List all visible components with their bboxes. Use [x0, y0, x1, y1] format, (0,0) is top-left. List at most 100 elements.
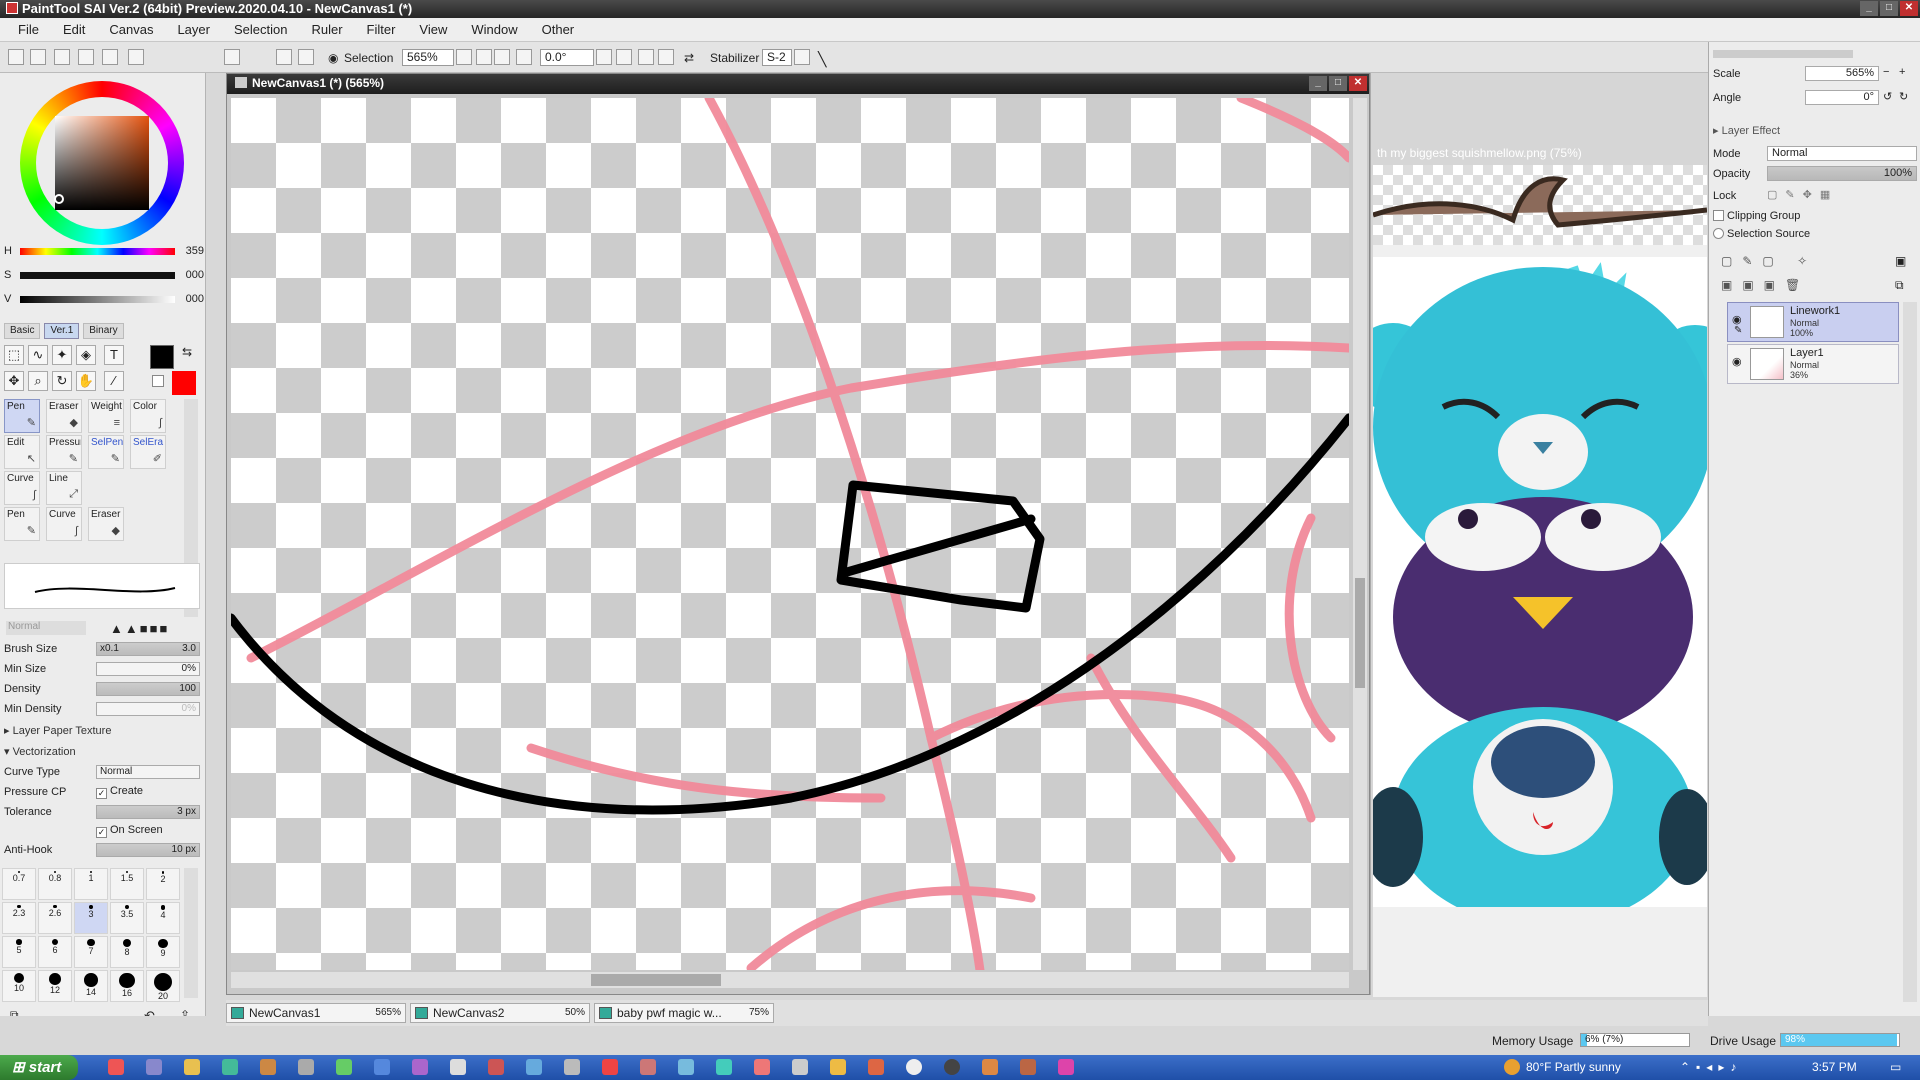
layer-toolbar-row1[interactable]: ▢✎▢ ✧	[1721, 254, 1817, 268]
brush-size-cell[interactable]: 9	[146, 936, 180, 968]
notification-icon[interactable]: ▭	[1890, 1060, 1901, 1074]
line-tool-icon[interactable]: ╲	[818, 51, 826, 68]
brush-size-cell[interactable]: 14	[74, 970, 108, 1002]
rotation-dropdown-icon[interactable]	[596, 49, 612, 65]
lock-icons[interactable]: ▢✎✥▦	[1767, 188, 1838, 201]
clock[interactable]: 3:57 PM	[1812, 1060, 1857, 1074]
on-screen-checkbox[interactable]: ✓	[96, 827, 107, 838]
brush-shape-icons[interactable]: ▲▲■■■	[110, 621, 169, 636]
app-icon-23[interactable]	[944, 1059, 960, 1075]
app-icon-13[interactable]	[564, 1059, 580, 1075]
canvas-minimize-button[interactable]: _	[1309, 76, 1327, 91]
layer-effect-header[interactable]: ▸ Layer Effect	[1713, 124, 1780, 137]
layer-merge-icon[interactable]: ⧉	[1895, 278, 1904, 293]
menu-other[interactable]: Other	[530, 22, 587, 37]
app-icon-14[interactable]	[602, 1059, 618, 1075]
selection-label[interactable]: Selection	[344, 51, 393, 65]
brush-curve[interactable]: Curve ∫	[4, 471, 40, 505]
rotate-ccw-icon[interactable]	[616, 49, 632, 65]
app-icon-5[interactable]	[260, 1059, 276, 1075]
tab-ver1[interactable]: Ver.1	[44, 323, 80, 339]
rotate-reset-icon[interactable]	[658, 49, 674, 65]
app-icon-6[interactable]	[298, 1059, 314, 1075]
anti-hook-slider[interactable]: 10 px	[96, 843, 200, 857]
brush-size-cell[interactable]: 12	[38, 970, 72, 1002]
selection-source-checkbox[interactable]	[1713, 228, 1724, 239]
brush-size-cell[interactable]: 8	[110, 936, 144, 968]
brush-size-cell[interactable]: 16	[110, 970, 144, 1002]
brush-color[interactable]: Color ∫	[130, 399, 166, 433]
zoom-tool-icon[interactable]: ⌕	[28, 371, 48, 391]
value-value[interactable]: 000	[176, 293, 204, 305]
brush-size-cell[interactable]: 3.5	[110, 902, 144, 934]
scale-plus-icon[interactable]: +	[1899, 66, 1905, 78]
app-icon-20[interactable]	[830, 1059, 846, 1075]
layer-linework1[interactable]: ◉ ✎ Linework1 Normal 100%	[1727, 302, 1899, 342]
color-picker-cursor[interactable]	[54, 194, 64, 204]
tolerance-slider[interactable]: 3 px	[96, 805, 200, 819]
flip-icon[interactable]: ⇄	[684, 51, 694, 65]
layer-visibility-eye-icon[interactable]: ◉	[1732, 355, 1742, 368]
canvas-maximize-button[interactable]: □	[1329, 76, 1347, 91]
brush-size-cell[interactable]: 2.3	[2, 902, 36, 934]
brush-pen[interactable]: Pen ✎	[4, 399, 40, 433]
brush-size-slider[interactable]: x0.1 3.0	[96, 642, 200, 656]
brush-size-cell[interactable]: 1.5	[110, 868, 144, 900]
saturation-value-square[interactable]	[55, 116, 149, 210]
brush-size-cell[interactable]: 0.8	[38, 868, 72, 900]
create-checkbox[interactable]: ✓	[96, 788, 107, 799]
canvas-vertical-scrollbar[interactable]	[1353, 98, 1367, 970]
rotate-tool-icon[interactable]: ↻	[52, 371, 72, 391]
hand-icon[interactable]: ✋	[76, 371, 96, 391]
min-density-slider[interactable]: 0%	[96, 702, 200, 716]
menu-filter[interactable]: Filter	[355, 22, 408, 37]
zoom-out-icon[interactable]	[476, 49, 492, 65]
menu-view[interactable]: View	[407, 22, 459, 37]
zoom-dropdown-icon[interactable]	[456, 49, 472, 65]
transparent-color-icon[interactable]	[152, 375, 164, 387]
brush-selera[interactable]: SelEra ✐	[130, 435, 166, 469]
canvas-horizontal-thumb[interactable]	[591, 974, 721, 986]
shape-icon[interactable]: ◈	[76, 345, 96, 365]
menu-edit[interactable]: Edit	[51, 22, 97, 37]
layer-paper-texture-header[interactable]: Layer Paper Texture	[4, 724, 112, 737]
brush-size-scrollbar[interactable]	[184, 868, 198, 998]
stabilizer-dropdown-icon[interactable]	[794, 49, 810, 65]
app-icon-11[interactable]	[488, 1059, 504, 1075]
brush-vector-eraser[interactable]: Eraser ◆	[88, 507, 124, 541]
app-icon-8[interactable]	[374, 1059, 390, 1075]
brush-vector-pen[interactable]: Pen ✎	[4, 507, 40, 541]
brush-size-cell[interactable]: 10	[2, 970, 36, 1002]
app-icon-26[interactable]	[1058, 1059, 1074, 1075]
value-slider[interactable]	[20, 296, 175, 303]
primary-color-swatch[interactable]	[150, 345, 174, 369]
rotation-field[interactable]: 0.0°	[540, 49, 594, 66]
tab-newcanvas2[interactable]: NewCanvas2 50%	[410, 1003, 590, 1023]
brush-selpen[interactable]: SelPen ✎	[88, 435, 124, 469]
app-icon-24[interactable]	[982, 1059, 998, 1075]
brush-size-cell[interactable]: 6	[38, 936, 72, 968]
weather-text[interactable]: 80°F Partly sunny	[1526, 1060, 1621, 1074]
browser-icon[interactable]	[108, 1059, 124, 1075]
minimize-button[interactable]: _	[1860, 1, 1878, 16]
navigator-slider[interactable]	[1713, 50, 1853, 58]
layer-settings-icon[interactable]: ▣	[1895, 254, 1906, 268]
brush-weight[interactable]: Weight ≡	[88, 399, 124, 433]
rotate-cw-icon[interactable]	[638, 49, 654, 65]
start-button[interactable]: ⊞ start	[0, 1055, 78, 1080]
app-icon-19[interactable]	[792, 1059, 808, 1075]
lasso-icon[interactable]: ∿	[28, 345, 48, 365]
tab-binary[interactable]: Binary	[83, 323, 124, 339]
system-tray-icons[interactable]: ⌃▪◂▸♪	[1680, 1060, 1742, 1074]
menu-layer[interactable]: Layer	[165, 22, 222, 37]
magic-wand-icon[interactable]: ✦	[52, 345, 72, 365]
brush-size-cell[interactable]: 2.6	[38, 902, 72, 934]
min-size-slider[interactable]: 0%	[96, 662, 200, 676]
canvas-close-button[interactable]: ✕	[1349, 76, 1367, 91]
brush-size-cell[interactable]: 20	[146, 970, 180, 1002]
panel-undo-icon[interactable]: ↶	[144, 1008, 155, 1016]
brush-pressure[interactable]: Pressure✎	[46, 435, 82, 469]
density-slider[interactable]: 100	[96, 682, 200, 696]
clipping-group-checkbox[interactable]	[1713, 210, 1724, 221]
rotate-right-icon[interactable]: ↻	[1899, 90, 1908, 103]
